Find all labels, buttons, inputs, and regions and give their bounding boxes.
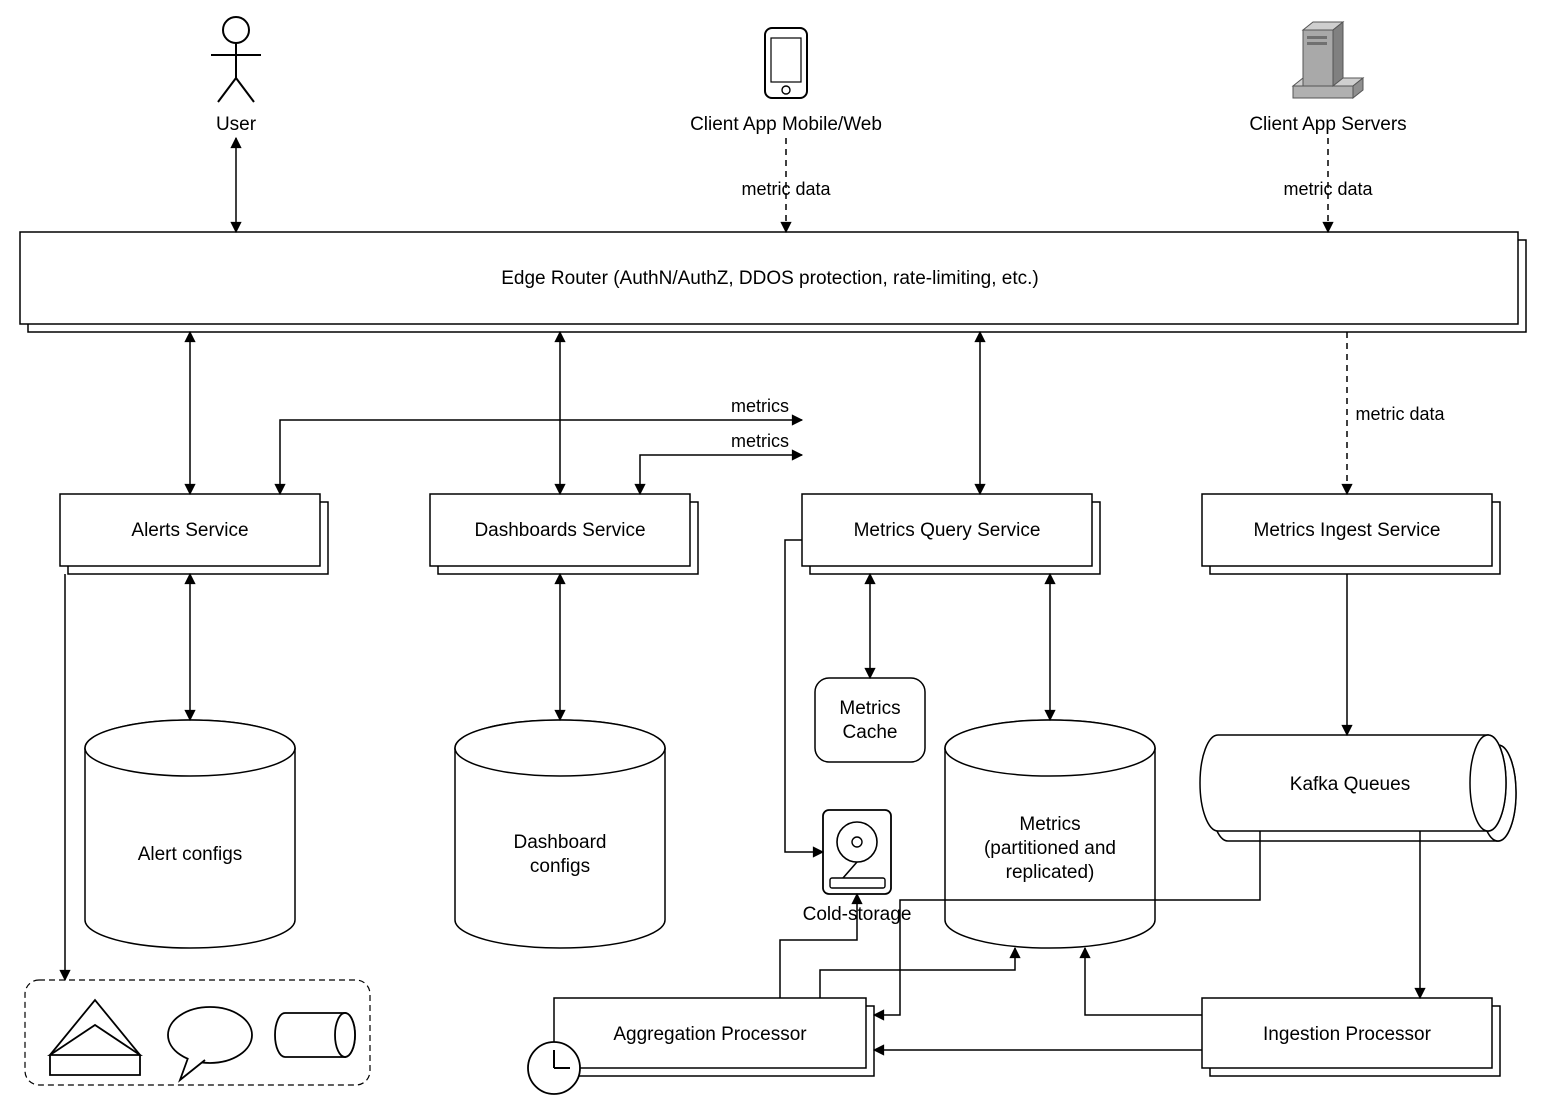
queue-icon	[275, 1013, 355, 1057]
agg-label: Aggregation Processor	[613, 1024, 807, 1045]
architecture-diagram: User Client App Mobile/Web Client App Se…	[0, 0, 1554, 1104]
edge-alerts-to-metricsquery	[280, 420, 802, 494]
alerts-label: Alerts Service	[131, 520, 248, 541]
dashboard-configs-label-2: configs	[530, 856, 590, 877]
dashboard-configs-label-1: Dashboard	[514, 832, 607, 853]
edge-agg-to-metricsdb	[820, 948, 1015, 998]
edge-router-label: Edge Router (AuthN/AuthZ, DDOS protectio…	[501, 268, 1039, 289]
metric-data-label-2: metric data	[1283, 179, 1373, 199]
alert-configs-label: Alert configs	[138, 844, 243, 865]
metrics-cache-box	[815, 678, 925, 762]
metrics-cache-label-2: Cache	[843, 722, 898, 743]
metrics-query-label: Metrics Query Service	[854, 520, 1041, 541]
user-label: User	[216, 114, 257, 135]
mobile-icon	[765, 28, 807, 98]
metrics-cache-label-1: Metrics	[839, 698, 900, 719]
chat-icon	[168, 1007, 252, 1080]
metrics-db-label-1: Metrics	[1019, 814, 1080, 835]
kafka-label: Kafka Queues	[1290, 774, 1410, 795]
edge-dashboards-to-metricsquery	[640, 455, 802, 494]
metrics-db-label-3: replicated)	[1006, 862, 1095, 883]
metric-data-label-1: metric data	[741, 179, 831, 199]
alert-configs-db	[85, 720, 295, 948]
cold-storage-icon	[823, 810, 891, 894]
dashboards-label: Dashboards Service	[474, 520, 645, 541]
metrics-db-label-2: (partitioned and	[984, 838, 1116, 859]
ingest-proc-label: Ingestion Processor	[1263, 1024, 1432, 1045]
edge-ingest-to-metricsdb	[1085, 948, 1202, 1015]
user-icon	[211, 17, 261, 102]
server-icon	[1293, 22, 1363, 98]
metrics-label-1: metrics	[731, 396, 789, 416]
client-servers-label: Client App Servers	[1249, 114, 1406, 135]
client-mobile-label: Client App Mobile/Web	[690, 114, 882, 135]
mail-icon	[50, 1000, 140, 1075]
metrics-label-2: metrics	[731, 431, 789, 451]
metrics-ingest-label: Metrics Ingest Service	[1254, 520, 1441, 541]
metric-data-label-3: metric data	[1355, 404, 1445, 424]
